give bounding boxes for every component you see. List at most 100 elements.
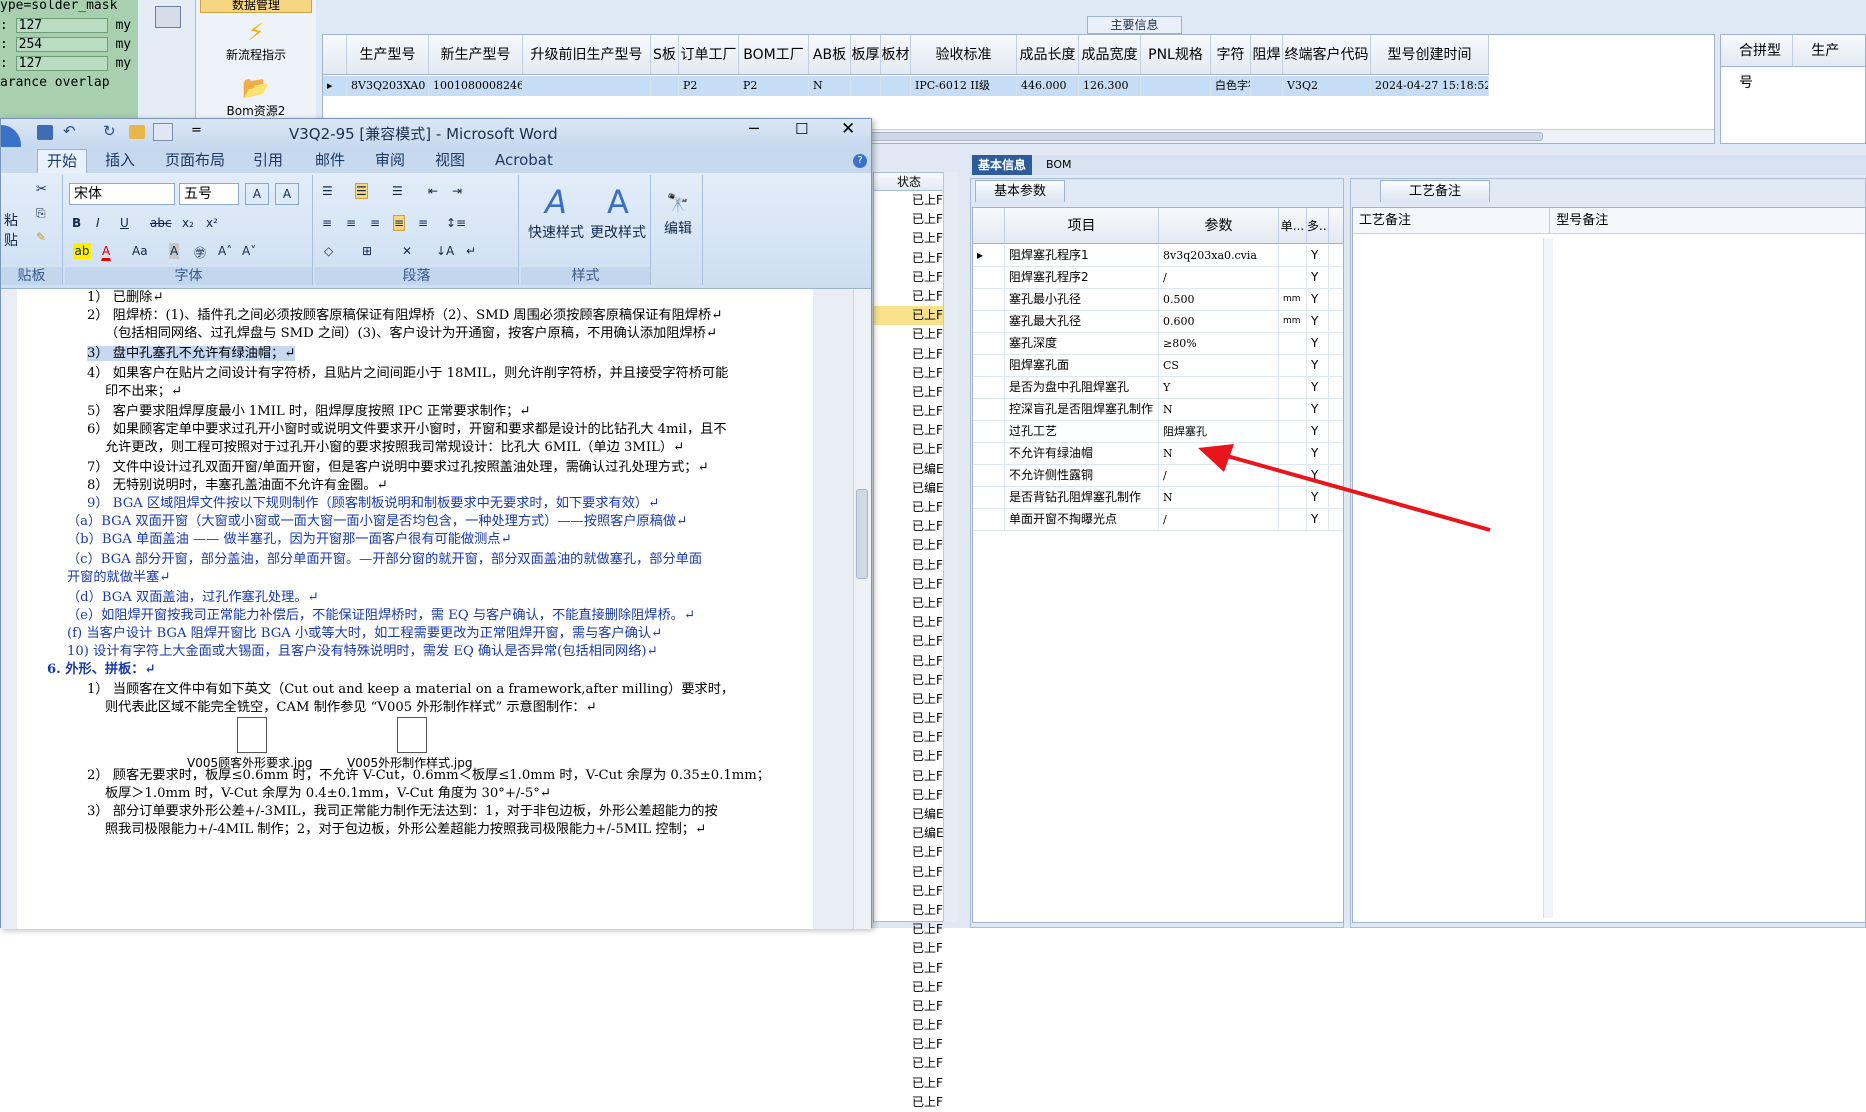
status-cell[interactable]: 已上F — [874, 229, 944, 248]
param-item[interactable]: 控深盲孔是否阻焊塞孔制作 — [1005, 399, 1159, 420]
italic-button[interactable]: I — [95, 215, 101, 231]
params-row[interactable]: 塞孔深度 ≥80% Y — [973, 333, 1343, 355]
doc-scroll-thumb[interactable] — [856, 489, 868, 579]
status-cell[interactable]: 已上F — [874, 191, 944, 210]
status-cell[interactable]: 已上F — [874, 517, 944, 536]
grid-cell[interactable] — [523, 76, 651, 96]
status-cell[interactable]: 已上F — [874, 613, 944, 632]
grid-column-header[interactable]: PNL规格 — [1141, 35, 1211, 74]
grid-column-header[interactable]: 验收标准 — [911, 35, 1017, 74]
grid-cell[interactable] — [651, 76, 679, 96]
status-cell[interactable]: 已上F — [874, 421, 944, 440]
tab-view[interactable]: 视图 — [435, 149, 465, 173]
status-scrollbar[interactable] — [943, 172, 957, 922]
terminal-field[interactable]: 254 — [15, 37, 108, 52]
tab-craft-notes[interactable]: 工艺备注 — [1380, 180, 1490, 202]
status-cell[interactable]: 已上F — [874, 556, 944, 575]
grid-cell[interactable]: P2 — [739, 76, 809, 96]
param-unit[interactable]: mm — [1279, 311, 1307, 332]
tab-insert[interactable]: 插入 — [105, 149, 135, 173]
param-flag[interactable]: Y — [1307, 399, 1329, 420]
document-line[interactable]: （a）BGA 双面开窗（大窗或小窗或一面大窗一面小窗是否均包含，一种处理方式）—… — [67, 513, 687, 530]
document-line[interactable]: 7） 文件中设计过孔双面开窗/单面开窗，但是客户说明中要求过孔按照盖油处理，需确… — [87, 459, 709, 476]
grid-column-header[interactable]: 新生产型号 — [429, 35, 523, 74]
increase-indent-button[interactable]: ⇥ — [451, 183, 463, 199]
status-cell[interactable]: 已上F — [874, 1054, 944, 1073]
new-flow-button[interactable]: ⚡ 新流程指示 — [200, 18, 312, 64]
grid-column-header[interactable]: 升级前旧生产型号 — [523, 35, 651, 74]
param-unit[interactable] — [1279, 355, 1307, 376]
tab-review[interactable]: 审阅 — [375, 149, 405, 173]
status-cell[interactable]: 已上F — [874, 575, 944, 594]
font-name-select[interactable]: 宋体 — [69, 183, 175, 205]
document-line[interactable]: 1） 已删除↵ — [87, 289, 163, 306]
document-line[interactable]: 开窗的就做半塞↵ — [67, 569, 170, 586]
grid-column-header[interactable]: 板厚 — [851, 35, 881, 74]
document-line[interactable]: （e）如阻焊开窗按我司正常能力补偿后，不能保证阻焊桥时，需 EQ 与客户确认，不… — [67, 607, 695, 624]
tab-references[interactable]: 引用 — [253, 149, 283, 173]
param-flag[interactable]: Y — [1307, 245, 1329, 266]
status-cell[interactable]: 已上F — [874, 901, 944, 920]
status-cell[interactable]: 已编E — [874, 805, 944, 824]
grid-column-header[interactable]: 成品宽度 — [1079, 35, 1141, 74]
shrink-font-button[interactable]: A˅ — [241, 243, 257, 259]
toolbar-icon[interactable] — [155, 6, 181, 28]
show-marks-icon[interactable]: ↵ — [465, 243, 477, 259]
param-item[interactable]: 不允许有绿油帽 — [1005, 443, 1159, 464]
open-icon[interactable] — [129, 125, 145, 139]
param-value[interactable]: ≥80% — [1159, 333, 1279, 354]
param-flag[interactable]: Y — [1307, 355, 1329, 376]
param-item[interactable]: 单面开窗不掏曝光点 — [1005, 509, 1159, 530]
document-line[interactable]: 10) 设计有字符上大金面或大锡面，且客户没有特殊说明时，需发 EQ 确认是否异… — [67, 643, 658, 660]
justify-button[interactable]: ≡ — [393, 215, 406, 231]
document-line[interactable]: 1） 当顾客在文件中有如下英文（Cut out and keep a mater… — [87, 681, 734, 698]
document-page[interactable]: 1） 已删除↵ 2） 阻焊桥：(1)、插件孔之间必须按顾客原稿保证有阻焊桥（2）、… — [17, 289, 813, 929]
grid-column-header[interactable]: 终端客户代码 — [1283, 35, 1371, 74]
param-item[interactable]: 过孔工艺 — [1005, 421, 1159, 442]
document-line[interactable]: 6. 外形、拼板：↵ — [47, 661, 156, 678]
param-value[interactable]: 0.500 — [1159, 289, 1279, 310]
params-row[interactable]: 塞孔最大孔径 0.600 mm Y — [973, 311, 1343, 333]
craft-scrollbar[interactable] — [1543, 238, 1553, 918]
param-unit[interactable] — [1279, 421, 1307, 442]
grid-cell[interactable] — [1141, 76, 1211, 96]
status-cell[interactable]: 已上F — [874, 345, 944, 364]
document-line[interactable]: 4） 如果客户在贴片之间设计有字符桥，且贴片之间间距小于 18MIL，则允许削字… — [87, 365, 728, 382]
grid-cell[interactable]: 126.300 — [1079, 76, 1141, 96]
param-unit[interactable] — [1279, 399, 1307, 420]
document-line[interactable]: (f) 当客户设计 BGA 阻焊开窗比 BGA 小或等大时，如工程需要更改为正常… — [67, 625, 662, 642]
grid-cell[interactable]: 白色字符 — [1211, 76, 1251, 96]
params-row[interactable]: ▸ 阻焊塞孔程序1 8v3q203xa0.cvia Y — [973, 245, 1343, 267]
document-line[interactable]: 3） 盘中孔塞孔不允许有绿油帽；↵ — [87, 345, 296, 362]
param-value[interactable]: CS — [1159, 355, 1279, 376]
grid-cell[interactable]: 8V3Q203XA0 — [347, 76, 429, 96]
param-item[interactable]: 不允许侧性露铜 — [1005, 465, 1159, 486]
param-value[interactable]: N — [1159, 399, 1279, 420]
param-item[interactable]: 塞孔深度 — [1005, 333, 1159, 354]
document-line[interactable]: 6） 如果顾客定单中要求过孔开小窗时或说明文件要求开小窗时，开窗和要求都是设计的… — [87, 421, 727, 438]
tab-home[interactable]: 开始 — [37, 149, 87, 173]
tab-mailings[interactable]: 邮件 — [315, 149, 345, 173]
grid-column-header[interactable]: 型号创建时间 — [1371, 35, 1489, 74]
status-cell[interactable]: 已上F — [874, 747, 944, 766]
align-left-button[interactable]: ≡ — [321, 215, 333, 231]
document-line[interactable]: 印不出来；↵ — [105, 383, 182, 400]
data-manage-button[interactable]: 数据管理 — [200, 0, 312, 13]
status-cell[interactable]: 已上F — [874, 709, 944, 728]
status-cell[interactable]: 已上F — [874, 959, 944, 978]
grid-column-header[interactable]: BOM工厂 — [739, 35, 809, 74]
document-line[interactable]: 2） 阻焊桥：(1)、插件孔之间必须按顾客原稿保证有阻焊桥（2）、SMD 周围必… — [87, 307, 722, 324]
param-unit[interactable] — [1279, 267, 1307, 288]
status-cell[interactable]: 已上F — [874, 728, 944, 747]
document-line[interactable]: 照我司极限能力+/-4MIL 制作；2，对于包边板，外形公差超能力按照我司极限能… — [105, 821, 706, 838]
status-cell[interactable]: 已上F — [874, 287, 944, 306]
grid-column-header[interactable]: 阻焊 — [1251, 35, 1283, 74]
params-row[interactable]: 塞孔最小孔径 0.500 mm Y — [973, 289, 1343, 311]
bullets-button[interactable]: ☰ — [321, 183, 334, 199]
grid-column-header[interactable]: 板材 — [881, 35, 911, 74]
multilevel-button[interactable]: ☰ — [391, 183, 404, 199]
grid-cell[interactable]: V3Q2 — [1283, 76, 1371, 96]
status-cell[interactable]: 已上F — [874, 402, 944, 421]
tab-basic-params[interactable]: 基本参数 — [975, 180, 1065, 202]
document-line[interactable]: （包括相同网络、过孔焊盘与 SMD 之间）(3)、客户设计为开通窗，按客户原稿，… — [105, 325, 717, 342]
